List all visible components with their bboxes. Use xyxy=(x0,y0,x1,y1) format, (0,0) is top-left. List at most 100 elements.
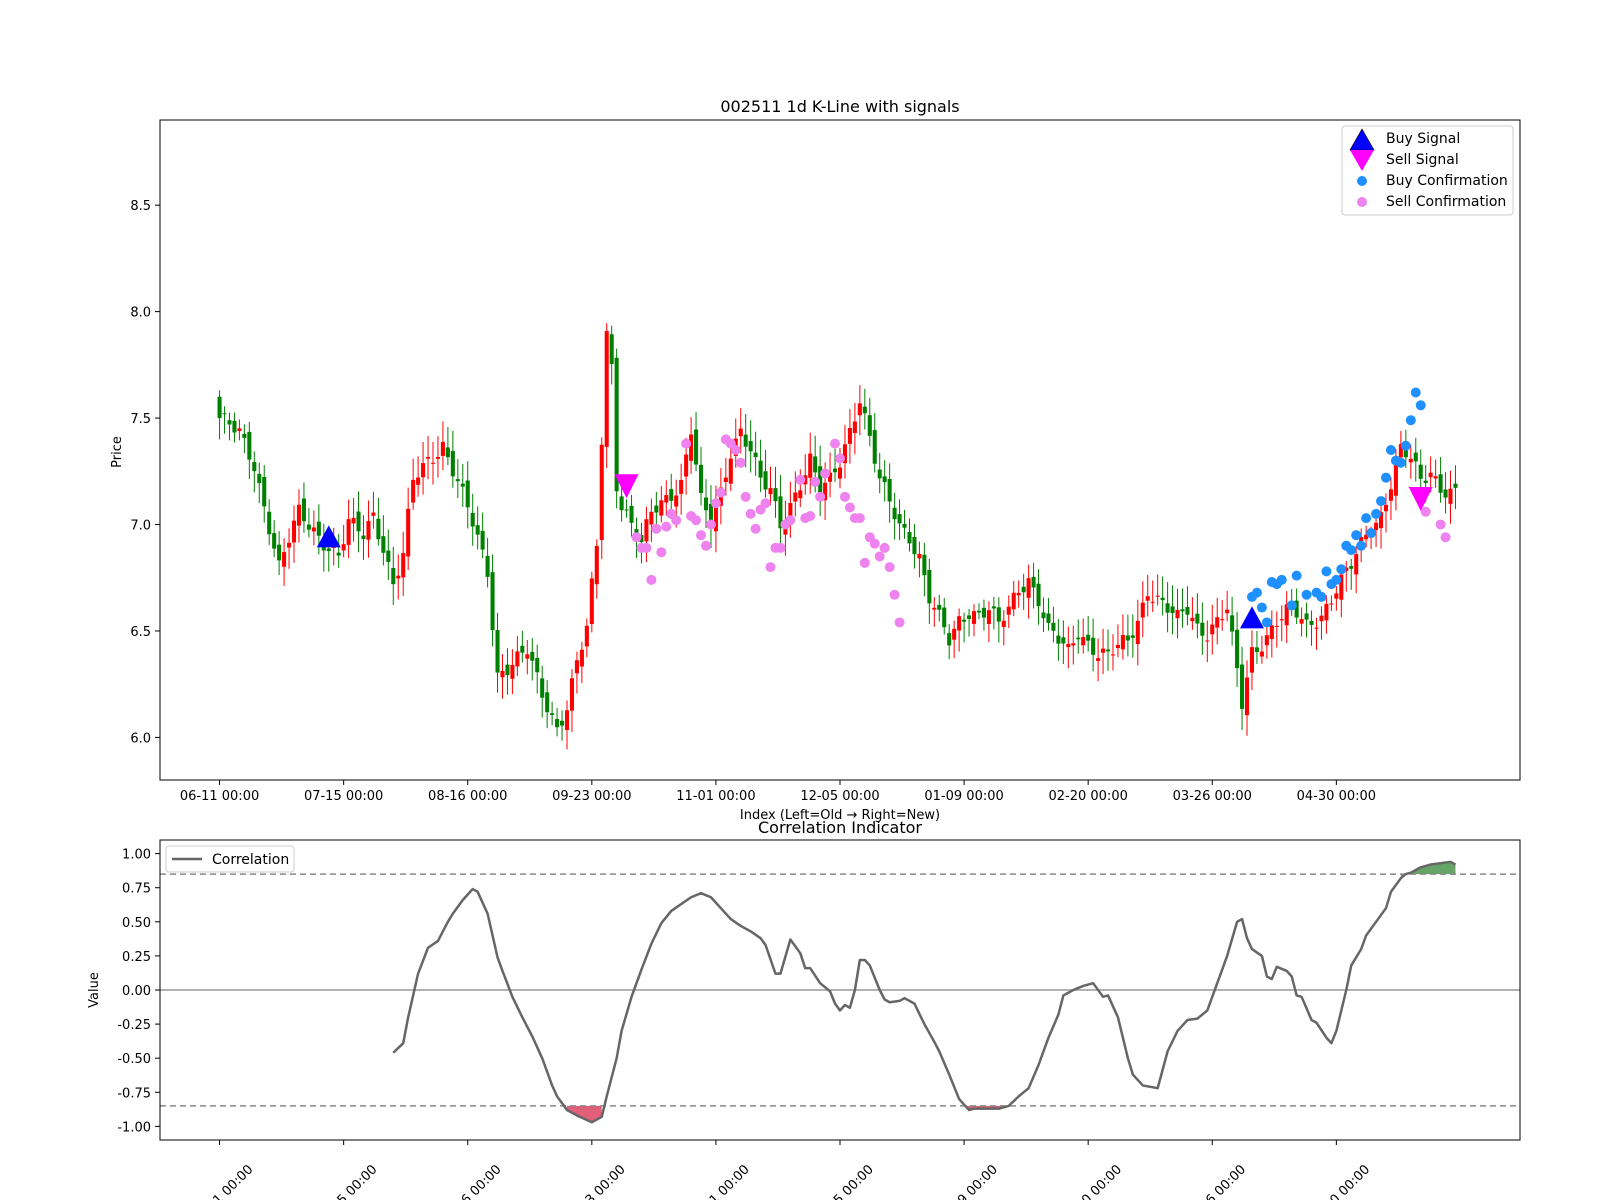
candle-body xyxy=(227,420,232,425)
candle-body xyxy=(689,434,694,461)
candle-body xyxy=(386,550,391,563)
sell-confirmation-point xyxy=(1440,532,1451,543)
candle-body xyxy=(847,427,852,444)
buy-confirmation-point xyxy=(1376,496,1387,507)
candle-body xyxy=(1001,620,1006,628)
sell-confirmation-point xyxy=(671,515,682,526)
kline-x-tick-label: 07-15 00:00 xyxy=(304,789,383,804)
candle-body xyxy=(1259,651,1264,657)
candle-body xyxy=(1408,458,1413,463)
sell-confirmation-point xyxy=(656,547,667,558)
candle-body xyxy=(535,657,540,673)
candle-body xyxy=(480,530,485,550)
candle-body xyxy=(495,630,500,673)
candle-body xyxy=(798,490,803,499)
candle-body xyxy=(887,479,892,502)
candle-body xyxy=(986,610,991,624)
candle-body xyxy=(748,441,753,452)
candle-body xyxy=(1041,612,1046,619)
candle-body xyxy=(624,509,629,511)
candle-body xyxy=(584,625,589,647)
candle-body xyxy=(1433,476,1438,479)
kline-y-axis-label: Price xyxy=(110,436,125,468)
candle-body xyxy=(1319,615,1324,622)
buy-confirmation-point xyxy=(1395,457,1406,468)
sell-confirmation-point xyxy=(815,491,826,502)
candle-body xyxy=(1354,554,1359,575)
candle-body xyxy=(311,527,316,532)
candle-body xyxy=(981,607,986,618)
candle-body xyxy=(1235,629,1240,669)
buy-confirmation-point xyxy=(1336,564,1347,575)
candle-body xyxy=(1011,592,1016,610)
candle-body xyxy=(1205,640,1210,642)
candle-body xyxy=(520,645,525,653)
candle-body xyxy=(1180,609,1185,612)
kline-legend: Buy Signal Sell Signal Buy Confirmation … xyxy=(1341,125,1514,216)
sell-confirmation-point xyxy=(760,498,771,509)
candlestick xyxy=(604,323,609,469)
candle-body xyxy=(356,511,361,532)
candle-body xyxy=(728,458,733,484)
candle-body xyxy=(862,406,867,414)
correlation-y-tick-label: -0.25 xyxy=(117,1018,151,1033)
candle-body xyxy=(649,511,654,525)
kline-x-tick-label: 04-30 00:00 xyxy=(1297,789,1376,804)
candle-body xyxy=(222,413,227,415)
candle-body xyxy=(574,660,579,674)
candle-body xyxy=(1056,635,1061,644)
candle-body xyxy=(1195,613,1200,624)
candle-body xyxy=(361,535,366,540)
candle-body xyxy=(1061,637,1066,644)
sell-confirmation-point xyxy=(874,551,885,562)
candle-body xyxy=(1140,602,1145,618)
sell-confirmation-point xyxy=(745,508,756,519)
kline-x-tick-label: 03-26 00:00 xyxy=(1173,789,1252,804)
candle-body xyxy=(1051,622,1056,631)
candle-body xyxy=(272,533,277,549)
candle-body xyxy=(555,719,560,728)
candle-body xyxy=(1200,622,1205,636)
candle-body xyxy=(1428,472,1433,478)
candle-body xyxy=(604,331,609,447)
candle-body xyxy=(560,720,565,726)
candle-body xyxy=(257,473,262,484)
candle-body xyxy=(1388,489,1393,501)
buy-confirmation-point xyxy=(1276,574,1287,585)
candle-body xyxy=(758,460,763,478)
candle-body xyxy=(867,415,872,436)
candle-body xyxy=(1125,635,1130,641)
candle-body xyxy=(1314,627,1319,629)
legend-label-buy-signal: Buy Signal xyxy=(1386,131,1460,147)
candle-body xyxy=(371,512,376,516)
buy-confirmation-point xyxy=(1380,472,1391,483)
buy-confirmation-point xyxy=(1410,387,1421,398)
candle-body xyxy=(1165,603,1170,613)
candle-body xyxy=(515,651,520,667)
candle-body xyxy=(366,521,371,540)
candle-body xyxy=(674,495,679,507)
sell-confirmation-point xyxy=(894,617,905,628)
buy-confirmation-point xyxy=(1351,530,1362,541)
candle-body xyxy=(510,664,515,679)
candle-body xyxy=(381,536,386,553)
candle-body xyxy=(460,483,465,487)
candle-body xyxy=(589,578,594,625)
candle-body xyxy=(698,464,704,493)
sell-confirmation-point xyxy=(805,511,816,521)
legend-label-sell-signal: Sell Signal xyxy=(1386,152,1459,168)
buy-confirmation-point xyxy=(1415,400,1426,411)
candle-body xyxy=(341,544,346,551)
buy-confirmation-point xyxy=(1316,591,1327,602)
candle-body xyxy=(1304,613,1309,620)
candle-body xyxy=(743,434,748,447)
buy-confirmation-point xyxy=(1256,602,1267,613)
candle-body xyxy=(1160,597,1165,601)
candle-body xyxy=(619,496,624,511)
kline-chart-title: 002511 1d K-Line with signals xyxy=(720,97,959,116)
sell-confirmation-point xyxy=(740,491,751,502)
buy-confirmation-point xyxy=(1356,540,1367,551)
candle-body xyxy=(1150,601,1155,603)
candle-body xyxy=(882,476,887,483)
sell-confirmation-point xyxy=(700,540,711,551)
